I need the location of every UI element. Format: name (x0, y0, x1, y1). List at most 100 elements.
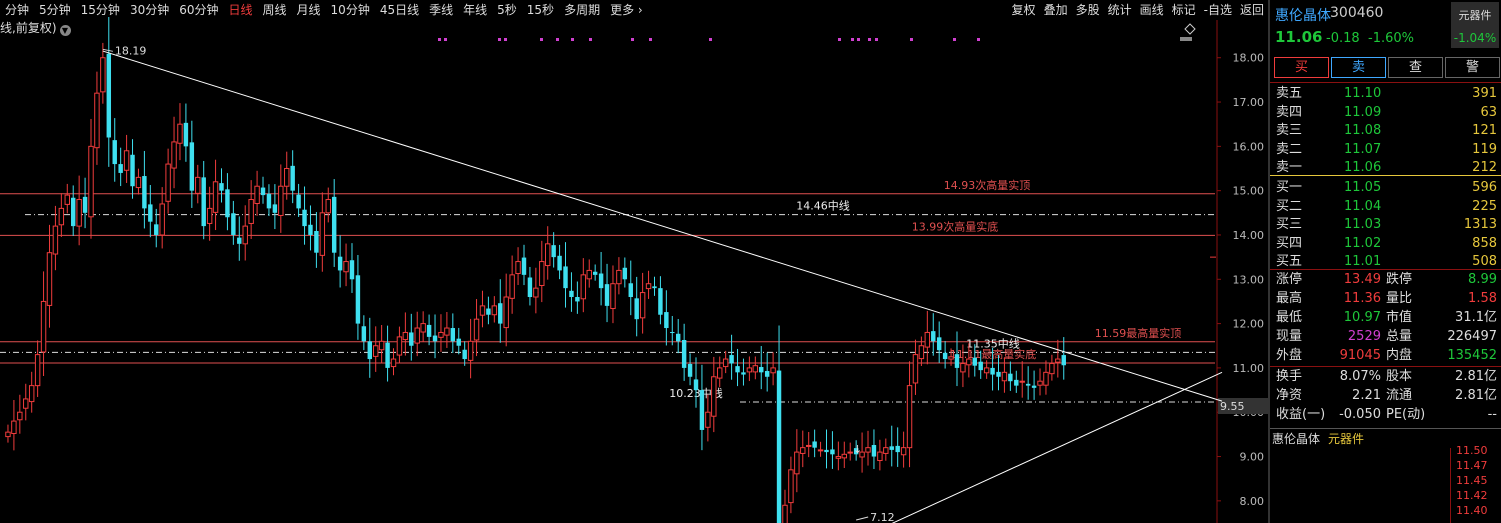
stat-value: 2529 (1347, 329, 1381, 344)
candle-body (361, 326, 367, 342)
candle-body (847, 451, 853, 454)
stat-value: 13.49 (1343, 272, 1381, 287)
candle-body (1014, 379, 1019, 386)
low-marker-pointer (856, 516, 869, 521)
candle-body (817, 449, 824, 452)
candle-body (201, 177, 206, 227)
candle-body (906, 385, 913, 449)
stat-label: PE(动) (1386, 407, 1426, 422)
candle-body (622, 267, 628, 280)
candle-body (142, 176, 147, 209)
event-marker (571, 38, 574, 41)
orderbook-row[interactable]: 买三 11.03 1313 (1270, 215, 1501, 234)
candle-body (652, 286, 657, 289)
candle-body (931, 331, 936, 342)
orderbook-price: 11.08 (1344, 123, 1382, 139)
sell-button[interactable]: 卖 (1331, 57, 1386, 78)
candle-body (148, 204, 153, 222)
orderbook-volume: 63 (1480, 104, 1497, 120)
stat-value: 2.81亿 (1455, 369, 1497, 384)
stat-value: 8.07% (1339, 369, 1381, 384)
kline-chart[interactable]: 18.00 17.00 16.00 15.00 14.00 13.00 12.00 11.00… (0, 0, 1268, 523)
candle-body (64, 194, 70, 205)
candle-body (420, 323, 426, 333)
candle-body (498, 303, 503, 324)
stat-value: 1.58 (1468, 291, 1497, 306)
orderbook-price: 11.04 (1344, 198, 1382, 214)
orderbook-row[interactable]: 买四 11.02 858 (1270, 234, 1501, 253)
stat-value: 2.21 (1352, 388, 1381, 403)
y-tick-label: 8.00 (1240, 495, 1265, 508)
orderbook-row[interactable]: 卖三 11.08 121 (1270, 121, 1501, 140)
candle-body (972, 357, 977, 366)
candle-body (717, 367, 723, 379)
stat-row: 最高 11.36 量比 1.58 (1270, 289, 1501, 308)
candle-body (118, 164, 123, 173)
candle-body (658, 288, 663, 315)
candle-body (308, 224, 313, 235)
candle-body (94, 92, 100, 149)
candle-body (296, 194, 301, 209)
low-price-marker: 7.12 (870, 511, 895, 523)
orderbook-row[interactable]: 买一 11.05 596 (1270, 178, 1501, 197)
event-marker (504, 38, 507, 41)
price-change: -0.18 (1326, 31, 1360, 46)
candle-body (996, 371, 1001, 377)
orderbook-label: 买三 (1276, 217, 1303, 233)
stat-label: 流通 (1386, 388, 1413, 403)
candle-body (592, 271, 598, 275)
orderbook-row[interactable]: 买二 11.04 225 (1270, 197, 1501, 216)
candle-body (670, 332, 675, 334)
candle-body (515, 261, 521, 275)
candle-body (290, 165, 295, 191)
stat-label: 换手 (1276, 369, 1303, 384)
candle-body (165, 163, 171, 202)
candle-body (88, 145, 94, 218)
orderbook-row[interactable]: 卖四 11.09 63 (1270, 103, 1501, 122)
level-label: 13.99次高量实底 (912, 219, 999, 233)
mini-axis-label: 11.50 (1456, 444, 1488, 457)
candle-body (883, 447, 889, 454)
candle-body (865, 447, 871, 453)
candle-body (1061, 355, 1066, 366)
stat-value: 10.97 (1343, 310, 1381, 325)
candle-body (82, 196, 88, 213)
query-button[interactable]: 查 (1388, 57, 1443, 78)
orderbook-label: 买四 (1276, 235, 1303, 251)
stat-value: -- (1487, 407, 1497, 422)
mini-stock-name: 惠伦晶体 (1272, 432, 1321, 446)
alert-button[interactable]: 警 (1445, 57, 1500, 78)
down-arrow-marker: ↓ (853, 443, 862, 456)
orderbook-price: 11.07 (1344, 141, 1382, 157)
orderbook-volume: 225 (1472, 198, 1497, 214)
diamond-icon (1184, 23, 1196, 35)
price-change-pct: -1.60% (1368, 31, 1414, 46)
candle-body (206, 207, 213, 224)
candle-body (966, 358, 972, 366)
candle-body (349, 260, 355, 280)
sector-badge[interactable]: 元器件 -1.04% (1451, 2, 1499, 48)
candle-body (521, 257, 527, 275)
candle-body (254, 185, 260, 205)
candle-body (444, 327, 450, 336)
orderbook-row[interactable]: 卖二 11.07 119 (1270, 140, 1501, 159)
candle-body (722, 358, 729, 368)
y-tick-label: 17.00 (1233, 96, 1265, 109)
candle-body (1019, 380, 1025, 383)
orderbook-price: 11.03 (1344, 217, 1382, 233)
sector-pct: -1.04% (1453, 31, 1497, 45)
mini-sector-tag[interactable]: 元器件 (1328, 430, 1364, 448)
candle-body (503, 296, 509, 329)
buy-button[interactable]: 买 (1274, 57, 1329, 78)
y-tick-label: 18.00 (1233, 52, 1265, 65)
event-marker (709, 38, 712, 41)
orderbook-price: 11.09 (1344, 104, 1382, 120)
event-marker (838, 38, 841, 41)
stat-row: 外盘 91045 内盘 135452 (1270, 346, 1501, 365)
event-marker (868, 38, 871, 41)
divider (1270, 82, 1501, 83)
candle-body (106, 53, 112, 138)
orderbook-row[interactable]: 卖五 11.10 391 (1270, 84, 1501, 103)
candle-body (557, 255, 562, 271)
event-marker (649, 38, 652, 41)
